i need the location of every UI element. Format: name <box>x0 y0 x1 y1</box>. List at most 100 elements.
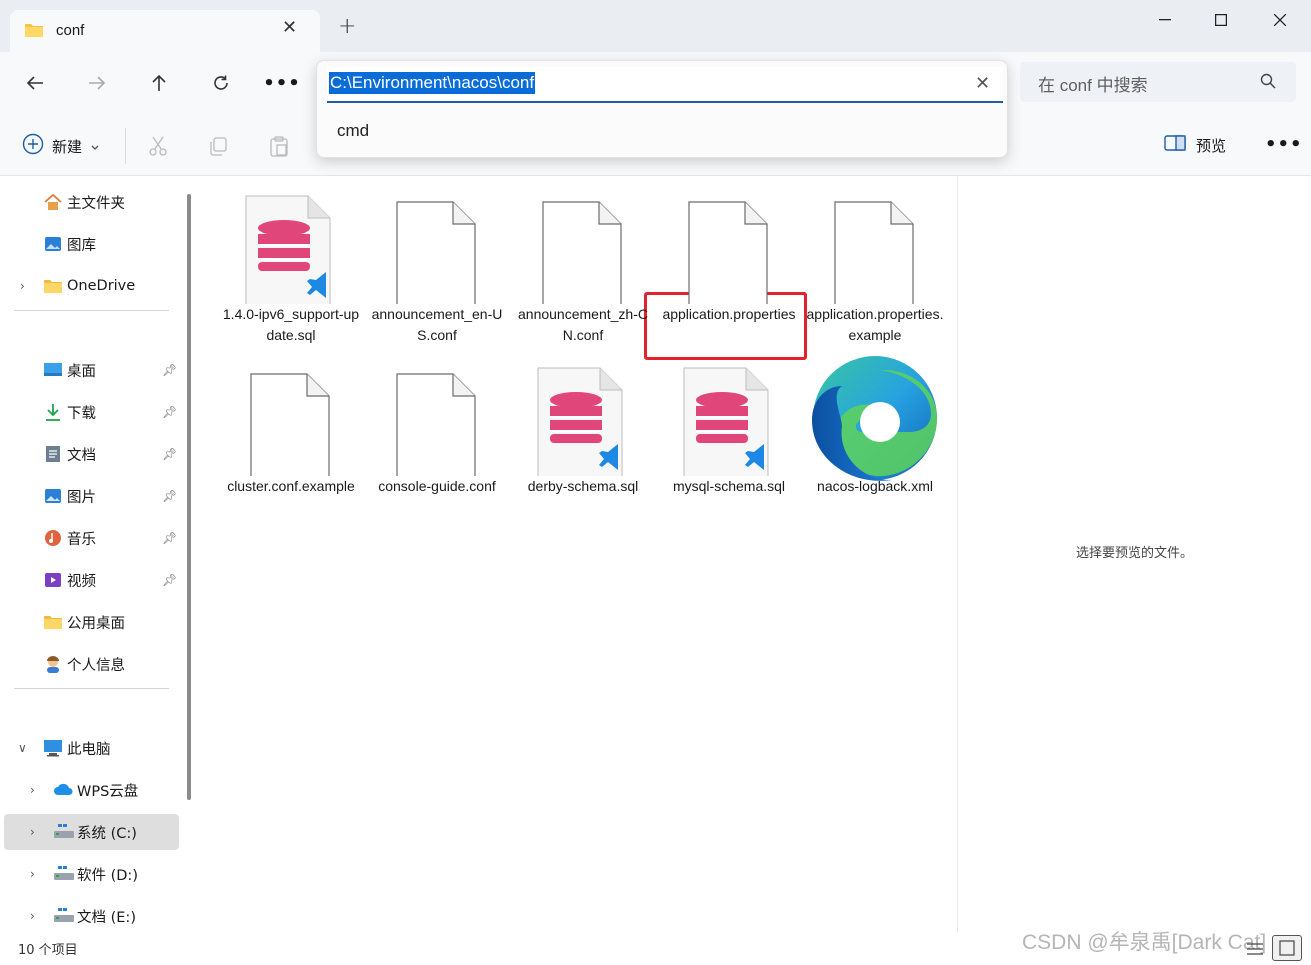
preview-pane: 选择要预览的文件。 <box>957 176 1311 932</box>
sidebar-item[interactable]: 音乐 📌︎ <box>4 520 179 556</box>
chevron-down-icon[interactable]: ∨ <box>18 741 27 755</box>
sidebar-item-label: 下载 <box>67 405 96 422</box>
close-window-button[interactable] <box>1257 6 1303 34</box>
sidebar-item[interactable]: 个人信息 <box>4 646 179 682</box>
file-item[interactable]: announcement_en-US.conf <box>364 184 510 346</box>
file-name: mysql-schema.sql <box>672 478 786 494</box>
file-name: application.properties.example <box>806 306 944 343</box>
pin-icon: 📌︎ <box>162 573 178 587</box>
back-button[interactable] <box>20 68 50 98</box>
item-count: 10 个项目 <box>18 943 78 958</box>
search-input[interactable]: 在 conf 中搜索 <box>1020 62 1296 102</box>
maximize-button[interactable] <box>1198 6 1244 34</box>
sidebar-item[interactable]: 文档 📌︎ <box>4 436 179 472</box>
sidebar-item[interactable]: 主文件夹 <box>4 184 179 220</box>
file-item[interactable]: nacos-logback.xml <box>802 356 948 497</box>
plus-circle-icon <box>22 133 44 159</box>
file-item[interactable]: announcement_zh-CN.conf <box>510 184 656 346</box>
sidebar-item[interactable]: 图库 <box>4 226 179 262</box>
tiles-view-icon[interactable] <box>1272 935 1302 961</box>
more-options-button[interactable]: ••• <box>1265 134 1303 155</box>
drive-icon <box>53 864 74 884</box>
sidebar-item-label: 文档 (E:) <box>77 909 136 926</box>
file-item[interactable]: 1.4.0-ipv6_support-update.sql <box>218 184 364 346</box>
sidebar-item[interactable]: 下载 📌︎ <box>4 394 179 430</box>
divider <box>125 128 126 164</box>
title-bar: conf ✕ + <box>0 0 1311 52</box>
watermark: CSDN @牟泉禹[Dark Cat] <box>1022 931 1267 954</box>
chevron-right-icon[interactable]: › <box>30 783 35 797</box>
clear-icon[interactable]: ✕ <box>975 73 990 94</box>
sidebar-item-label: 软件 (D:) <box>77 867 138 884</box>
file-item[interactable]: console-guide.conf <box>364 356 510 497</box>
pin-icon: 📌︎ <box>162 447 178 461</box>
preview-button[interactable]: 预览 <box>1164 134 1226 156</box>
pin-icon: 📌︎ <box>162 531 178 545</box>
person-icon <box>43 654 63 674</box>
sidebar-item-label: 系统 (C:) <box>77 825 137 842</box>
navigation-pane: 主文件夹 图库 › OneDrive 桌面 📌︎ 下载 📌︎ 文档 📌︎ 图片 📌︎ 音乐 📌︎ 视频 📌︎ 公… <box>0 176 200 932</box>
file-item[interactable]: mysql-schema.sql <box>656 356 802 497</box>
file-item[interactable]: application.properties <box>656 184 802 325</box>
music-icon <box>43 528 63 548</box>
sidebar-scrollbar[interactable] <box>187 194 191 800</box>
file-item[interactable]: derby-schema.sql <box>510 356 656 497</box>
sidebar-divider <box>14 310 169 311</box>
details-view-icon[interactable] <box>1246 941 1264 955</box>
search-icon[interactable] <box>1260 73 1276 93</box>
sidebar-item[interactable]: 图片 📌︎ <box>4 478 179 514</box>
sql-file-icon <box>656 356 802 485</box>
file-icon <box>656 184 802 309</box>
chevron-right-icon[interactable]: › <box>30 909 35 923</box>
chevron-down-icon <box>90 137 100 156</box>
forward-button[interactable] <box>82 68 112 98</box>
paste-icon[interactable] <box>268 135 290 157</box>
video-icon <box>43 570 63 590</box>
pictures-icon <box>43 486 63 506</box>
sidebar-item-label: 个人信息 <box>67 657 125 674</box>
sidebar-item[interactable]: › 文档 (E:) <box>4 898 179 932</box>
pin-icon: 📌︎ <box>162 363 178 377</box>
copy-icon[interactable] <box>207 135 229 157</box>
sidebar-item[interactable]: › 系统 (C:) <box>4 814 179 850</box>
folder-icon <box>43 612 63 632</box>
new-tab-button[interactable]: + <box>338 16 356 38</box>
sidebar-item[interactable]: › WPS云盘 <box>4 772 179 808</box>
sidebar-item[interactable]: 桌面 📌︎ <box>4 352 179 388</box>
address-suggestion[interactable]: cmd <box>337 121 369 141</box>
sidebar-item-label: WPS云盘 <box>77 783 139 800</box>
pin-icon: 📌︎ <box>162 489 178 503</box>
cut-icon[interactable] <box>147 135 169 157</box>
sidebar-item[interactable]: ∨ 此电脑 <box>4 730 179 766</box>
up-button[interactable] <box>144 68 174 98</box>
sidebar-item-label: 图库 <box>67 237 96 254</box>
file-name: derby-schema.sql <box>527 478 639 494</box>
more-nav-button[interactable]: ••• <box>263 68 300 98</box>
file-name: cluster.conf.example <box>227 478 355 494</box>
address-input[interactable]: C:\Environment\nacos\conf ✕ <box>327 67 1003 103</box>
file-icon <box>802 184 948 309</box>
sidebar-item-label: 音乐 <box>67 531 96 548</box>
tab-conf[interactable]: conf ✕ <box>10 10 320 52</box>
preview-pane-icon <box>1164 134 1186 156</box>
sidebar-item-label: 此电脑 <box>67 741 111 758</box>
desktop-icon <box>43 360 63 380</box>
sidebar-item[interactable]: › 软件 (D:) <box>4 856 179 892</box>
file-name: 1.4.0-ipv6_support-update.sql <box>222 306 360 343</box>
chevron-right-icon[interactable]: › <box>20 279 25 293</box>
new-button[interactable]: 新建 <box>22 133 100 159</box>
file-item[interactable]: application.properties.example <box>802 184 948 346</box>
sidebar-item[interactable]: 公用桌面 <box>4 604 179 640</box>
sidebar-item[interactable]: › OneDrive <box>4 268 179 304</box>
sidebar-item[interactable]: 视频 📌︎ <box>4 562 179 598</box>
tab-title: conf <box>56 22 85 39</box>
close-tab-icon[interactable]: ✕ <box>282 17 297 38</box>
chevron-right-icon[interactable]: › <box>30 867 35 881</box>
sidebar-item-label: 文档 <box>67 447 96 464</box>
refresh-button[interactable] <box>206 68 236 98</box>
chevron-right-icon[interactable]: › <box>30 825 35 839</box>
file-item[interactable]: cluster.conf.example <box>218 356 364 497</box>
sql-file-icon <box>510 356 656 485</box>
minimize-button[interactable] <box>1142 6 1188 34</box>
drive-icon <box>53 822 74 842</box>
